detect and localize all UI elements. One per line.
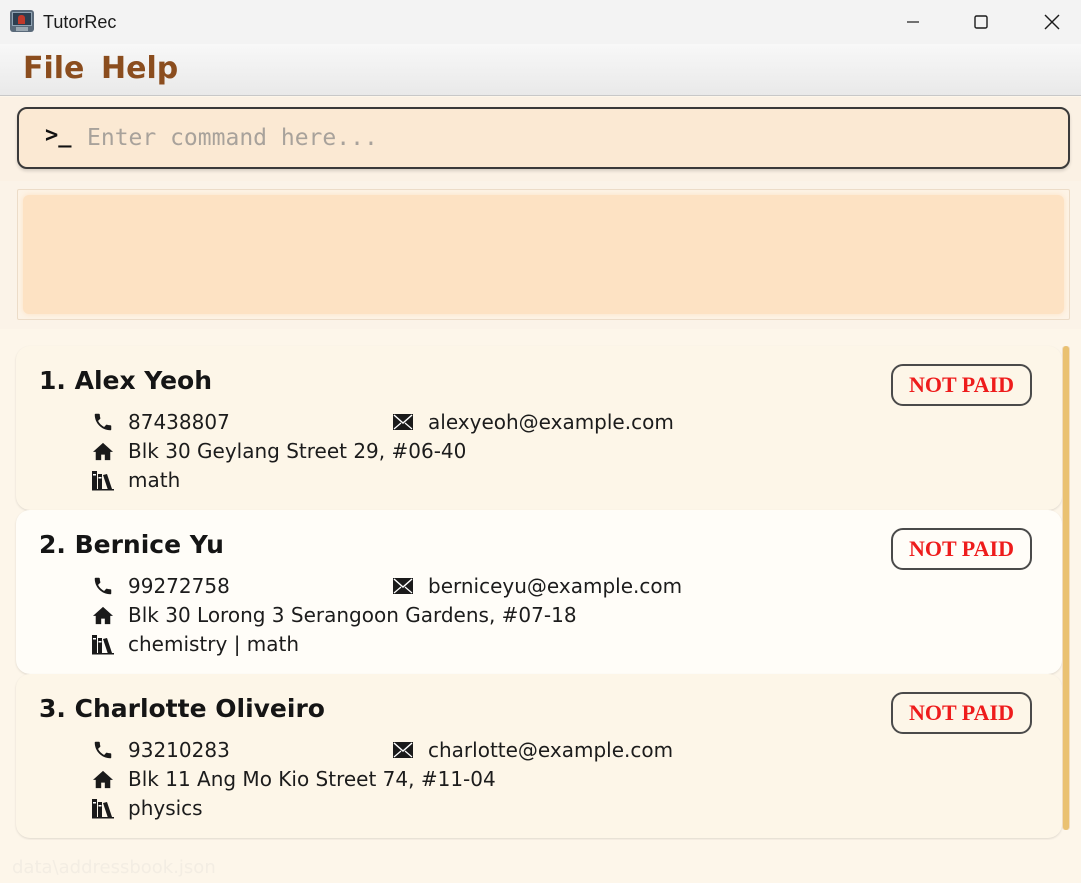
person-card[interactable]: 2. Bernice Yu NOT PAID 99272758 bernicey… (16, 510, 1062, 674)
result-area (0, 181, 1081, 329)
result-frame (17, 189, 1070, 320)
address-row: Blk 30 Geylang Street 29, #06-40 (90, 439, 466, 463)
home-icon (90, 439, 116, 463)
subjects-text: physics (128, 796, 203, 820)
app-icon (10, 10, 34, 32)
person-name: 2. Bernice Yu (39, 530, 224, 559)
person-name: 3. Charlotte Oliveiro (39, 694, 325, 723)
close-button[interactable] (1029, 0, 1075, 44)
minimize-icon (907, 21, 919, 23)
result-display[interactable] (23, 195, 1064, 314)
payment-status-badge: NOT PAID (891, 364, 1032, 406)
books-icon (90, 468, 116, 492)
address-text: Blk 30 Lorong 3 Serangoon Gardens, #07-1… (128, 603, 577, 627)
phone-icon (90, 410, 116, 434)
subjects-row: chemistry | math (90, 632, 299, 656)
phone-row: 93210283 (90, 738, 230, 762)
person-card[interactable]: 3. Charlotte Oliveiro NOT PAID 93210283 … (16, 674, 1062, 838)
terminal-prompt-icon: >_ (45, 123, 72, 148)
phone-text: 99272758 (128, 574, 230, 598)
email-row: charlotte@example.com (390, 738, 673, 762)
payment-status-badge: NOT PAID (891, 528, 1032, 570)
command-input[interactable] (87, 119, 1047, 157)
minimize-button[interactable] (890, 0, 936, 44)
close-icon (1044, 14, 1060, 30)
email-text: berniceyu@example.com (428, 574, 683, 598)
subjects-text: chemistry | math (128, 632, 300, 656)
maximize-button[interactable] (958, 0, 1004, 44)
books-icon (90, 632, 116, 656)
phone-text: 93210283 (128, 738, 230, 762)
address-text: Blk 30 Geylang Street 29, #06-40 (128, 439, 467, 463)
person-card[interactable]: 1. Alex Yeoh NOT PAID 87438807 alexyeoh@… (16, 346, 1062, 510)
menu-help[interactable]: Help (101, 51, 178, 86)
envelope-icon (390, 738, 416, 762)
title-bar: TutorRec (0, 0, 1081, 44)
envelope-icon (390, 410, 416, 434)
command-area: >_ (0, 97, 1081, 181)
books-icon (90, 796, 116, 820)
scrollbar-thumb[interactable] (1063, 346, 1069, 830)
subjects-row: physics (90, 796, 203, 820)
save-location-text: data\addressbook.json (12, 857, 216, 878)
command-box[interactable]: >_ (17, 107, 1070, 169)
home-icon (90, 603, 116, 627)
menu-file[interactable]: File (23, 51, 84, 86)
person-name: 1. Alex Yeoh (39, 366, 213, 395)
envelope-icon (390, 574, 416, 598)
email-text: alexyeoh@example.com (428, 410, 674, 434)
maximize-icon (974, 15, 988, 29)
phone-icon (90, 738, 116, 762)
email-text: charlotte@example.com (428, 738, 674, 762)
address-text: Blk 11 Ang Mo Kio Street 74, #11-04 (128, 767, 496, 791)
subjects-text: math (128, 468, 181, 492)
address-row: Blk 11 Ang Mo Kio Street 74, #11-04 (90, 767, 496, 791)
payment-status-badge: NOT PAID (891, 692, 1032, 734)
address-row: Blk 30 Lorong 3 Serangoon Gardens, #07-1… (90, 603, 577, 627)
phone-text: 87438807 (128, 410, 230, 434)
phone-icon (90, 574, 116, 598)
subjects-row: math (90, 468, 180, 492)
person-list: 1. Alex Yeoh NOT PAID 87438807 alexyeoh@… (0, 330, 1081, 840)
phone-row: 99272758 (90, 574, 230, 598)
home-icon (90, 767, 116, 791)
email-row: berniceyu@example.com (390, 574, 682, 598)
status-bar: data\addressbook.json (0, 843, 1081, 883)
list-scrollbar[interactable] (1062, 346, 1070, 830)
menu-bar: File Help (0, 44, 1081, 96)
phone-row: 87438807 (90, 410, 230, 434)
window-title: TutorRec (43, 12, 117, 32)
email-row: alexyeoh@example.com (390, 410, 674, 434)
